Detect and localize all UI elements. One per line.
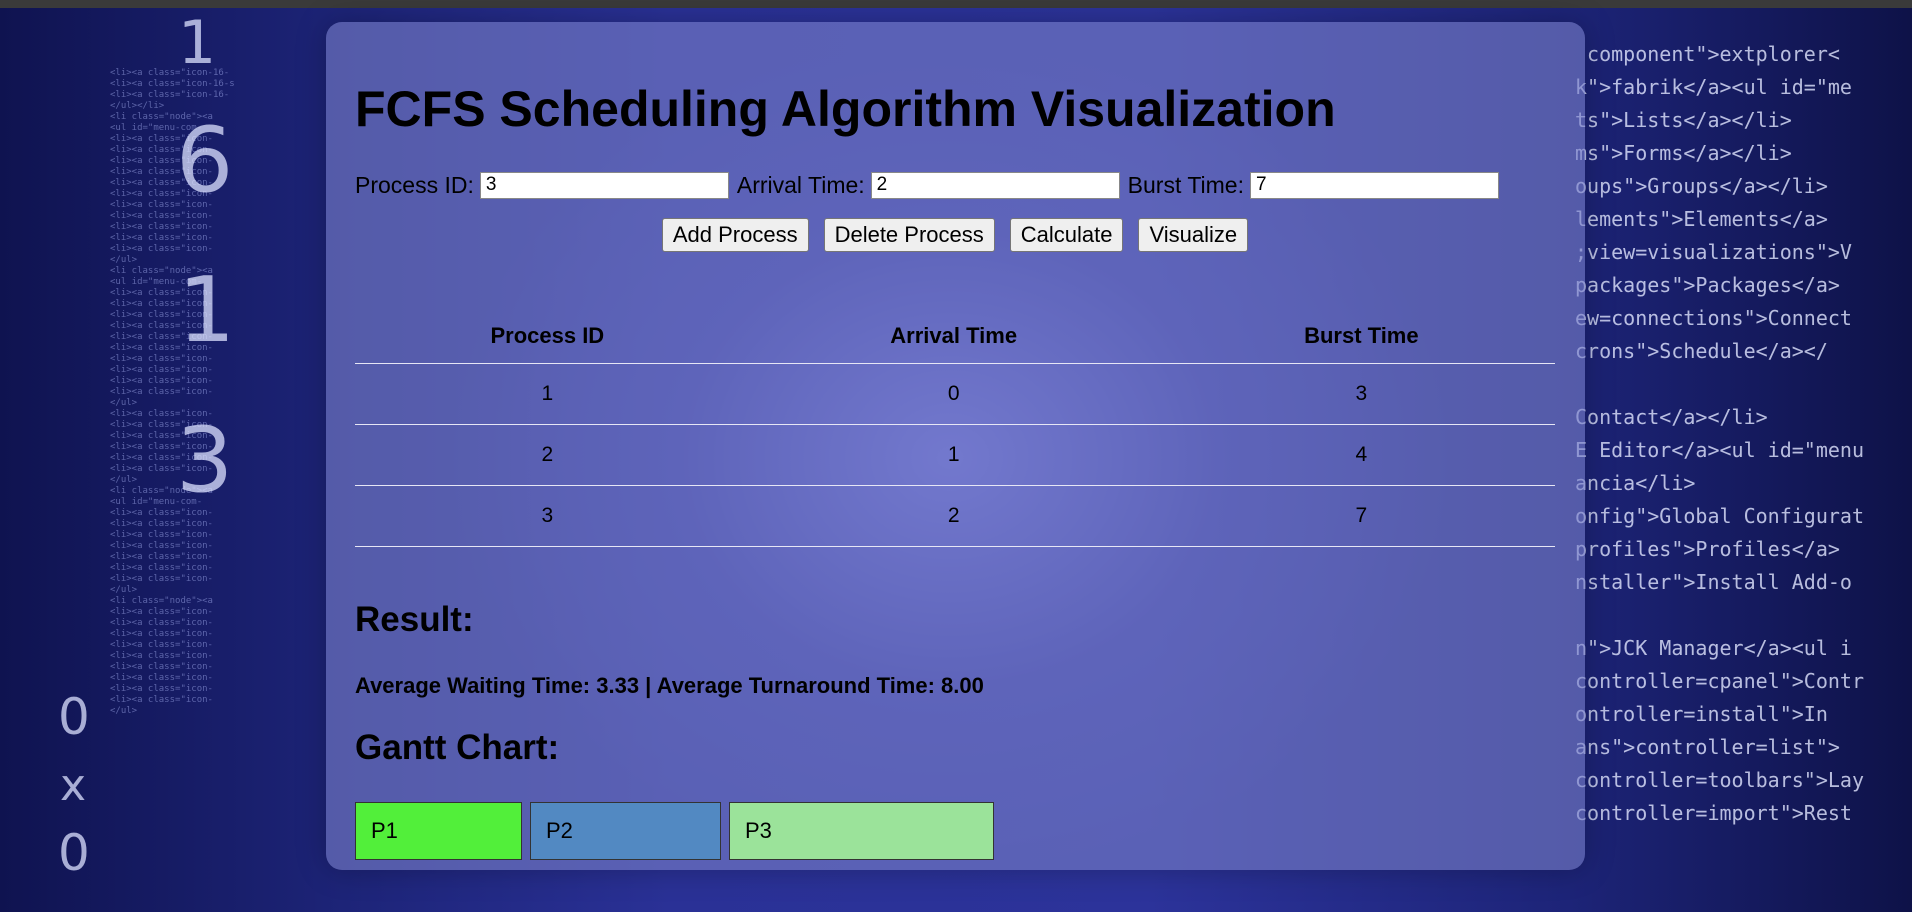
gantt-block-label: P1 [371, 818, 398, 843]
main-card: FCFS Scheduling Algorithm Visualization … [326, 22, 1585, 870]
cell-burst-time: 3 [1167, 363, 1555, 425]
table-row: 2 1 4 [355, 424, 1555, 486]
cell-process-id: 2 [355, 424, 740, 486]
background-digit: 1 [178, 258, 236, 363]
cell-process-id: 1 [355, 363, 740, 425]
process-id-input[interactable] [479, 171, 729, 199]
gantt-chart: P1 P2 P3 [355, 802, 994, 862]
delete-process-button[interactable]: Delete Process [823, 218, 995, 252]
cell-arrival-time: 2 [739, 485, 1168, 547]
cell-arrival-time: 0 [739, 363, 1168, 425]
background-digit: 1 [178, 8, 217, 78]
column-header-process-id: Process ID [355, 308, 740, 364]
cell-arrival-time: 1 [739, 424, 1168, 486]
process-form: Process ID: Arrival Time: Burst Time: [355, 169, 1555, 201]
cell-process-id: 3 [355, 485, 740, 547]
action-buttons: Add Process Delete Process Calculate Vis… [355, 218, 1555, 252]
column-header-burst-time: Burst Time [1167, 308, 1555, 364]
process-id-label: Process ID: [355, 171, 474, 198]
table-row: 3 2 7 [355, 485, 1555, 547]
background-digit: 3 [176, 408, 234, 513]
gantt-block-p1: P1 [355, 802, 522, 860]
visualize-button[interactable]: Visualize [1138, 218, 1249, 252]
gantt-block-label: P2 [546, 818, 573, 843]
burst-time-label: Burst Time: [1127, 171, 1244, 198]
background-digit: x [60, 760, 87, 811]
background-digit: 0 [58, 688, 90, 746]
cell-burst-time: 7 [1167, 485, 1555, 547]
process-table: Process ID Arrival Time Burst Time 1 0 3… [355, 308, 1555, 547]
table-row: 1 0 3 [355, 363, 1555, 425]
column-header-arrival-time: Arrival Time [739, 308, 1168, 364]
gantt-block-p3: P3 [729, 802, 994, 860]
background-code-right: component">extplorer< k">fabrik</a><ul i… [1575, 42, 1864, 825]
gantt-block-p2: P2 [530, 802, 721, 860]
cell-burst-time: 4 [1167, 424, 1555, 486]
arrival-time-input[interactable] [870, 171, 1120, 199]
page-title: FCFS Scheduling Algorithm Visualization [355, 81, 1336, 137]
arrival-time-label: Arrival Time: [736, 171, 865, 198]
background-digit: 6 [176, 108, 234, 213]
burst-time-input[interactable] [1249, 171, 1499, 199]
gantt-heading: Gantt Chart: [355, 728, 560, 767]
result-heading: Result: [355, 600, 474, 639]
result-summary: Average Waiting Time: 3.33 | Average Tur… [355, 673, 984, 698]
calculate-button[interactable]: Calculate [1009, 218, 1124, 252]
browser-top-strip [0, 0, 1912, 8]
background-digit: 0 [58, 824, 90, 882]
gantt-block-label: P3 [745, 818, 772, 843]
table-header-row: Process ID Arrival Time Burst Time [355, 308, 1555, 364]
add-process-button[interactable]: Add Process [661, 218, 809, 252]
